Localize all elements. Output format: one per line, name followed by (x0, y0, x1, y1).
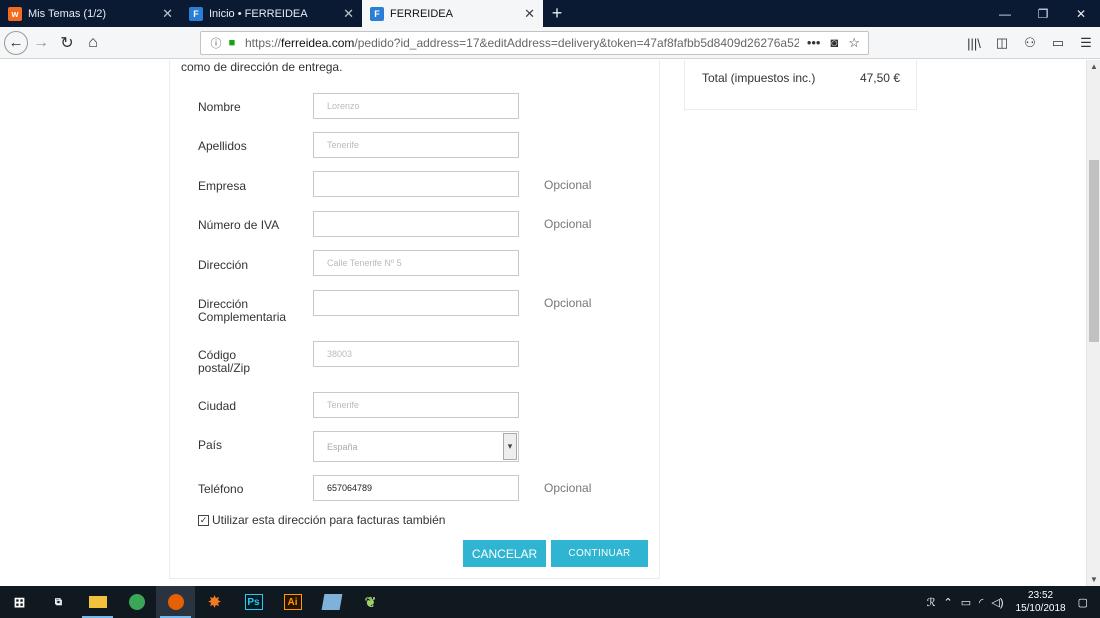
total-label: Total (impuestos inc.) (702, 71, 816, 85)
firefox-icon[interactable] (156, 586, 195, 618)
library-icon[interactable]: |||\ (960, 36, 988, 51)
illustrator-icon[interactable]: Ai (273, 586, 312, 618)
lastname-input[interactable]: Tenerife (313, 132, 519, 158)
use-for-invoice-row[interactable]: ✓ Utilizar esta dirección para facturas … (198, 513, 445, 527)
avast-icon[interactable]: ✸ (195, 586, 234, 618)
task-view-icon[interactable]: ⧉ (39, 586, 78, 618)
ferreidea-icon: F (370, 6, 384, 21)
address-input[interactable]: Calle Tenerife Nº 5 (313, 250, 519, 276)
tab-mis-temas[interactable]: w Mis Temas (1/2) ✕ (0, 0, 181, 27)
address-complement-input[interactable] (313, 290, 519, 316)
bookmark-star-icon[interactable]: ☆ (848, 35, 860, 51)
total-value: 47,50 € (859, 71, 900, 85)
city-input[interactable]: Tenerife (313, 392, 519, 418)
use-for-invoice-label: Utilizar esta dirección para facturas ta… (212, 513, 446, 527)
sidebar-icon[interactable]: ◫ (988, 35, 1016, 51)
tab-title: FERREIDEA (390, 7, 453, 20)
lock-icon: ■ (228, 37, 236, 49)
menu-icon[interactable]: ☰ (1072, 35, 1100, 51)
browser-nav-bar: ← → ↻ ⌂ ⓘ ■ https://ferreidea.com/pedido… (0, 27, 1100, 59)
windows-taskbar: ⊞ ⧉ ✸ Ps Ai ❦ ℛ ⌃ ▭ ◜ ◁) 23:52 15/10/201… (0, 586, 1100, 618)
clock-time: 23:52 (1028, 590, 1054, 601)
file-explorer-icon[interactable] (78, 586, 117, 618)
screenshot-icon[interactable]: ▭ (1044, 35, 1072, 51)
reload-icon[interactable]: ↻ (54, 30, 80, 56)
clock-date: 15/10/2018 (1015, 603, 1066, 614)
chrome-icon[interactable] (117, 586, 156, 618)
field-label: Código postal/Zip (198, 348, 251, 375)
scrollbar-thumb[interactable] (1089, 160, 1099, 342)
phone-input[interactable]: 657064789 (313, 475, 519, 501)
new-tab-button[interactable]: + (543, 0, 571, 27)
notification-icon[interactable]: ▢ (1074, 596, 1100, 609)
system-tray: ℛ ⌃ ▭ ◜ ◁) 23:52 15/10/2018 ▢ (923, 586, 1100, 618)
optional-label: Opcional (544, 296, 592, 310)
back-arrow-icon[interactable]: ← (4, 30, 28, 55)
url-text[interactable]: https://ferreidea.com/pedido?id_address=… (245, 36, 799, 50)
url-domain: ferreidea.com (281, 36, 355, 50)
wifi-icon[interactable]: ◜ (975, 596, 987, 609)
tab-title: Mis Temas (1/2) (28, 7, 107, 20)
restore-icon[interactable]: ❐ (1024, 0, 1062, 27)
forward-arrow-icon[interactable]: → (28, 30, 54, 56)
tab-ferreidea[interactable]: F FERREIDEA ✕ (362, 0, 543, 27)
minimize-icon[interactable]: — (986, 0, 1024, 27)
field-label: Apellidos (198, 139, 247, 153)
field-label: Nombre (198, 100, 241, 114)
country-selected-value: España (327, 441, 358, 452)
app-brush-icon[interactable]: ❦ (351, 586, 390, 618)
postcode-input[interactable]: 38003 (313, 341, 519, 367)
field-label: País (198, 438, 223, 452)
tab-title: Inicio • FERREIDEA (209, 7, 308, 20)
page-content: como de dirección de entrega. Nombre Lor… (0, 60, 1086, 586)
url-bar[interactable]: ⓘ ■ https://ferreidea.com/pedido?id_addr… (200, 31, 869, 55)
volume-icon[interactable]: ◁) (987, 596, 1007, 609)
info-icon[interactable]: ⓘ (207, 35, 225, 51)
url-path: /pedido?id_address=17&editAddress=delive… (354, 36, 799, 50)
close-tab-icon[interactable]: ✕ (524, 6, 535, 22)
continue-button[interactable]: CONTINUAR (551, 540, 648, 567)
field-label: Dirección (198, 258, 249, 272)
close-tab-icon[interactable]: ✕ (343, 6, 354, 22)
optional-label: Opcional (544, 217, 592, 231)
field-label: Ciudad (198, 399, 237, 413)
scroll-down-icon[interactable]: ▼ (1087, 575, 1100, 584)
field-label: Dirección Complementaria (198, 297, 287, 324)
field-label: Teléfono (198, 482, 244, 496)
tab-inicio-ferreidea[interactable]: F Inicio • FERREIDEA ✕ (181, 0, 362, 27)
page-actions-icon[interactable]: ••• (807, 35, 821, 51)
close-tab-icon[interactable]: ✕ (162, 6, 173, 22)
home-icon[interactable]: ⌂ (80, 30, 106, 56)
start-windows-icon[interactable]: ⊞ (0, 586, 39, 618)
cart-summary: Total (impuestos inc.) 47,50 € (684, 60, 917, 110)
chevron-up-icon[interactable]: ⌃ (940, 596, 957, 609)
app-book-icon[interactable] (312, 586, 351, 618)
chevron-down-icon[interactable]: ▾ (503, 433, 517, 460)
optional-label: Opcional (544, 481, 592, 495)
url-prefix: https:// (245, 36, 282, 50)
wattpad-icon: w (8, 6, 22, 21)
vat-number-input[interactable] (313, 211, 519, 237)
photoshop-icon[interactable]: Ps (234, 586, 273, 618)
use-for-invoice-checkbox[interactable]: ✓ (198, 514, 209, 526)
close-window-icon[interactable]: ✕ (1062, 0, 1100, 27)
pocket-icon[interactable]: ◙ (830, 35, 838, 51)
field-label: Número de IVA (198, 218, 280, 232)
optional-label: Opcional (544, 178, 592, 192)
cancel-button[interactable]: CANCELAR (463, 540, 546, 567)
people-icon[interactable]: ℛ (923, 596, 940, 609)
country-select[interactable]: España ▾ (313, 431, 519, 462)
browser-tab-bar: w Mis Temas (1/2) ✕ F Inicio • FERREIDEA… (0, 0, 1100, 27)
ferreidea-icon: F (189, 6, 203, 21)
scroll-up-icon[interactable]: ▲ (1087, 62, 1100, 71)
battery-icon[interactable]: ▭ (957, 596, 975, 609)
field-label: Empresa (198, 179, 247, 193)
company-input[interactable] (313, 171, 519, 197)
clock[interactable]: 23:52 15/10/2018 (1008, 589, 1074, 615)
firstname-input[interactable]: Lorenzo (313, 93, 519, 119)
page-scrollbar[interactable]: ▲ ▼ (1086, 60, 1100, 586)
extension-icon[interactable]: ⚇ (1016, 35, 1044, 51)
